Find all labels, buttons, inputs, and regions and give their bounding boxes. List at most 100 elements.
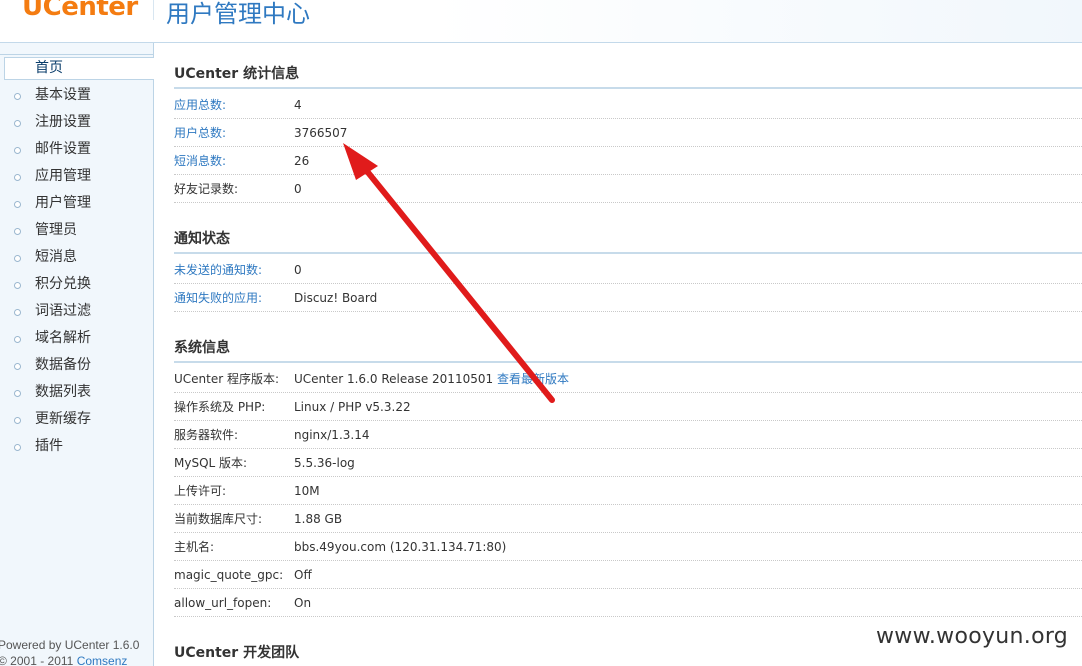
sidebar-item-messages[interactable]: 短消息 [0, 244, 154, 271]
sidebar-item-plugins[interactable]: 插件 [0, 433, 154, 460]
circle-bullet-icon [14, 147, 21, 154]
copyright-years: © 2001 - 2011 [0, 654, 77, 666]
sidebar-item-label: 积分兑换 [35, 276, 91, 292]
row-value: Discuz! Board [294, 291, 378, 305]
circle-bullet-icon [14, 282, 21, 289]
sidebar-item-label: 邮件设置 [35, 141, 91, 157]
table-row: 操作系统及 PHP: Linux / PHP v5.3.22 [174, 393, 1082, 421]
row-label: 好友记录数: [174, 182, 239, 196]
sidebar-item-word-filter[interactable]: 词语过滤 [0, 298, 154, 325]
table-row: MySQL 版本: 5.5.36-log [174, 449, 1082, 477]
sidebar-item-label: 管理员 [35, 222, 77, 238]
row-label[interactable]: 通知失败的应用: [174, 284, 262, 312]
row-value: 4 [294, 98, 302, 112]
circle-bullet-icon [14, 417, 21, 424]
row-label: 主机名: [174, 540, 215, 554]
row-value: 26 [294, 154, 310, 168]
row-value: nginx/1.3.14 [294, 428, 370, 442]
circle-bullet-icon [14, 390, 21, 397]
sidebar-item-home[interactable]: 首页 [4, 57, 154, 80]
table-row: 短消息数: 26 [174, 147, 1082, 175]
sidebar-item-label: 首页 [35, 60, 63, 76]
row-value: 3766507 [294, 126, 348, 140]
circle-bullet-icon [14, 336, 21, 343]
row-label: 上传许可: [174, 484, 227, 498]
sidebar-item-update-cache[interactable]: 更新缓存 [0, 406, 154, 433]
check-latest-version-link[interactable]: 查看最新版本 [497, 372, 569, 386]
table-row: 当前数据库尺寸: 1.88 GB [174, 505, 1082, 533]
table-row: magic_quote_gpc: Off [174, 561, 1082, 589]
circle-bullet-icon [14, 255, 21, 262]
table-row: 主机名: bbs.49you.com (120.31.134.71:80) [174, 533, 1082, 561]
table-row: 服务器软件: nginx/1.3.14 [174, 421, 1082, 449]
row-label: magic_quote_gpc: [174, 568, 284, 582]
table-row: 用户总数: 3766507 [174, 119, 1082, 147]
circle-bullet-icon [14, 120, 21, 127]
table-row: UCenter 程序版本: UCenter 1.6.0 Release 2011… [174, 365, 1082, 393]
section-rule [174, 87, 1082, 89]
row-value: 5.5.36-log [294, 456, 355, 470]
row-label: 服务器软件: [174, 428, 239, 442]
sidebar-top-bar [0, 43, 153, 55]
section-rule [174, 361, 1082, 363]
sidebar-item-backup[interactable]: 数据备份 [0, 352, 154, 379]
row-value: 0 [294, 263, 302, 277]
sidebar-item-register-settings[interactable]: 注册设置 [0, 109, 154, 136]
table-row: allow_url_fopen: On [174, 589, 1082, 617]
header-divider [153, 0, 154, 20]
sidebar-item-label: 插件 [35, 438, 63, 454]
sidebar-item-label: 用户管理 [35, 195, 91, 211]
circle-bullet-icon [14, 363, 21, 370]
table-row: 未发送的通知数: 0 [174, 256, 1082, 284]
copyright-text: © 2001 - 2011 Comsenz [0, 653, 139, 666]
circle-bullet-icon [14, 309, 21, 316]
header-title: 用户管理中心 [166, 0, 310, 28]
table-row: 通知失败的应用: Discuz! Board [174, 284, 1082, 312]
circle-bullet-icon [14, 201, 21, 208]
sidebar-item-label: 数据列表 [35, 384, 91, 400]
sidebar-item-label: 数据备份 [35, 357, 91, 373]
sidebar-item-dns[interactable]: 域名解析 [0, 325, 154, 352]
sidebar-item-basic-settings[interactable]: 基本设置 [0, 82, 154, 109]
sidebar-item-label: 应用管理 [35, 168, 91, 184]
circle-bullet-icon [14, 93, 21, 100]
sidebar-item-label: 基本设置 [35, 87, 91, 103]
row-label: 当前数据库尺寸: [174, 512, 263, 526]
table-row: 好友记录数: 0 [174, 175, 1082, 203]
sidebar-item-mail-settings[interactable]: 邮件设置 [0, 136, 154, 163]
sidebar-item-admins[interactable]: 管理员 [0, 217, 154, 244]
circle-bullet-icon [14, 174, 21, 181]
row-label: UCenter 程序版本: [174, 372, 280, 386]
sidebar-item-app-management[interactable]: 应用管理 [0, 163, 154, 190]
header: UCenter 用户管理中心 [0, 0, 1082, 43]
row-value: 1.88 GB [294, 512, 343, 526]
sidebar-item-label: 词语过滤 [35, 303, 91, 319]
row-label: allow_url_fopen: [174, 596, 272, 610]
row-label[interactable]: 应用总数: [174, 91, 226, 119]
row-label[interactable]: 短消息数: [174, 147, 226, 175]
sidebar-item-data-list[interactable]: 数据列表 [0, 379, 154, 406]
row-label: 操作系统及 PHP: [174, 400, 266, 414]
row-value: 0 [294, 182, 302, 196]
row-value: UCenter 1.6.0 Release 20110501 查看最新版本 [294, 365, 569, 393]
version-text: UCenter 1.6.0 Release 20110501 [294, 372, 497, 386]
sidebar: 首页 基本设置 注册设置 邮件设置 应用管理 用户管理 管理员 短消息 积分兑换… [0, 43, 154, 666]
sidebar-item-label: 更新缓存 [35, 411, 91, 427]
sidebar-footer: Powered by UCenter 1.6.0 © 2001 - 2011 C… [0, 637, 139, 666]
row-label[interactable]: 用户总数: [174, 119, 226, 147]
comsenz-link[interactable]: Comsenz [77, 654, 128, 666]
ucenter-logo[interactable]: UCenter [22, 0, 138, 22]
row-value: Off [294, 568, 312, 582]
sidebar-item-label: 域名解析 [35, 330, 91, 346]
main-content: UCenter 统计信息 应用总数: 4 用户总数: 3766507 短消息数:… [174, 43, 1082, 666]
table-row: 应用总数: 4 [174, 91, 1082, 119]
table-row: 上传许可: 10M [174, 477, 1082, 505]
powered-by-text: Powered by UCenter 1.6.0 [0, 638, 140, 652]
circle-bullet-icon [14, 228, 21, 235]
row-label[interactable]: 未发送的通知数: [174, 256, 262, 284]
team-section-title: UCenter 开发团队 [174, 645, 300, 661]
watermark-text: www.wooyun.org [876, 624, 1069, 649]
sidebar-item-user-management[interactable]: 用户管理 [0, 190, 154, 217]
sidebar-item-credit-exchange[interactable]: 积分兑换 [0, 271, 154, 298]
notify-section-title: 通知状态 [174, 231, 230, 247]
